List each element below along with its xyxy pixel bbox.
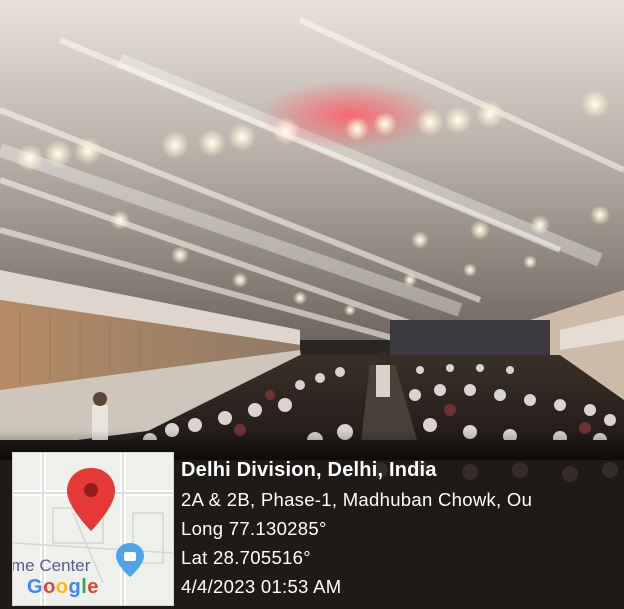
map-place-label: me Center — [12, 556, 91, 575]
map-thumbnail[interactable]: me Center Google — [12, 452, 174, 606]
location-title: Delhi Division, Delhi, India — [181, 459, 437, 481]
location-address: 2A & 2B, Phase-1, Madhuban Chowk, Ou — [181, 489, 533, 510]
longitude-readout: Long 77.130285° — [181, 518, 327, 539]
capture-datetime: 4/4/2023 01:53 AM — [181, 576, 342, 597]
geotag-info: Delhi Division, Delhi, India 2A & 2B, Ph… — [181, 456, 624, 601]
google-logo: Google — [27, 576, 99, 598]
latitude-readout: Lat 28.705516° — [181, 547, 311, 568]
